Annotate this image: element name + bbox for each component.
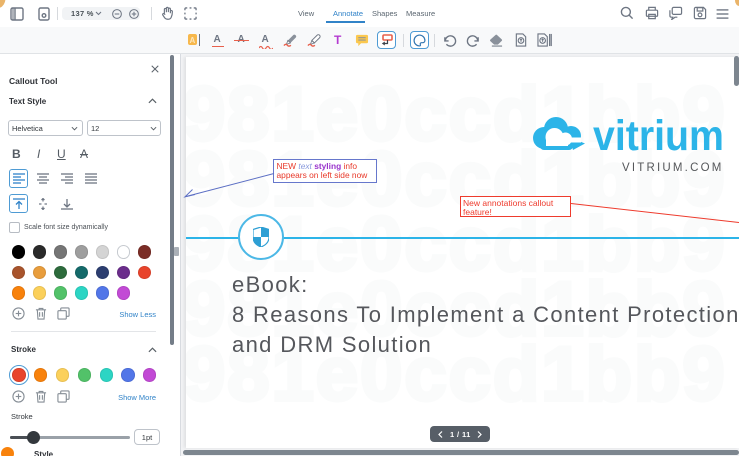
svg-text:vitrium: vitrium: [593, 114, 724, 154]
